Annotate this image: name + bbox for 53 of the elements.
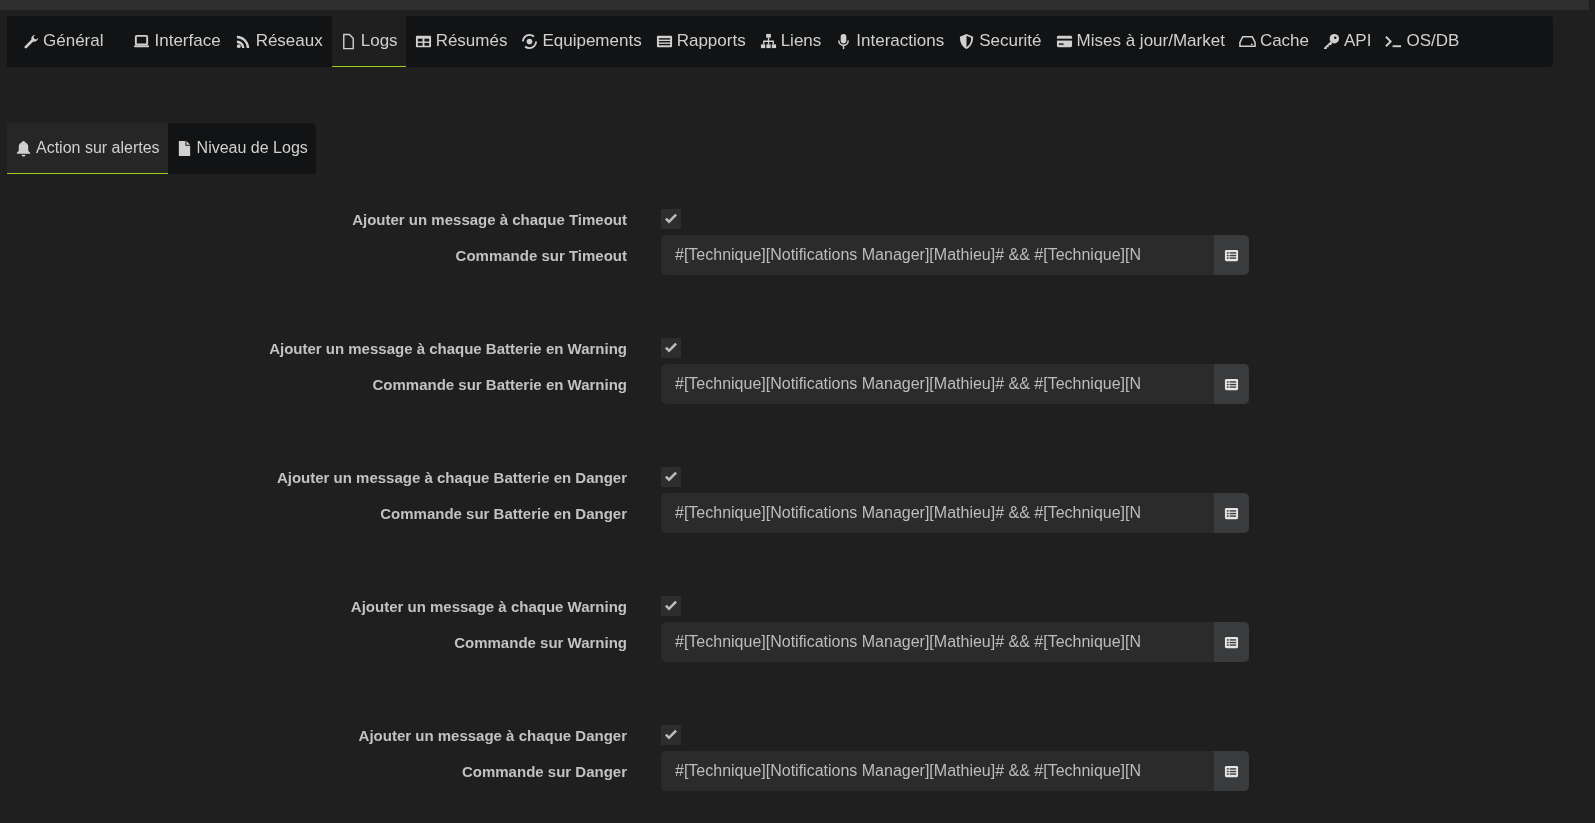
field-label: Ajouter un message à chaque Danger	[357, 726, 628, 744]
settings-tab[interactable]: Cache	[1233, 16, 1315, 67]
sub-tab[interactable]: Niveau de Logs	[167, 123, 316, 174]
field-label: Commande sur Timeout	[454, 246, 628, 264]
field-label: Ajouter un message à chaque Batterie en Danger	[275, 468, 628, 486]
settings-tab[interactable]: Logs	[331, 16, 406, 67]
list-icon	[1224, 763, 1239, 779]
sitemap-icon	[759, 32, 777, 50]
checkbox[interactable]	[661, 338, 681, 358]
list-icon	[1224, 247, 1239, 263]
list-icon	[1224, 505, 1239, 521]
settings-tab[interactable]: Liens	[754, 16, 827, 67]
settings-tab[interactable]: Interactions	[830, 16, 950, 67]
command-input[interactable]: #[Technique][Notifications Manager][Mathieu]# && #[Technique][N	[661, 235, 1214, 275]
shield-icon	[958, 32, 976, 50]
field-label: Commande sur Warning	[453, 633, 628, 651]
laptop-icon	[133, 32, 151, 50]
field-label: Ajouter un message à chaque Batterie en Warning	[268, 339, 628, 357]
field-label: Commande sur Danger	[460, 762, 628, 780]
checkbox[interactable]	[661, 596, 681, 616]
list-button[interactable]	[1214, 622, 1249, 662]
command-input[interactable]: #[Technique][Notifications Manager][Mathieu]# && #[Technique][N	[661, 364, 1214, 404]
command-input[interactable]: #[Technique][Notifications Manager][Mathieu]# && #[Technique][N	[661, 751, 1214, 791]
settings-tab[interactable]: Général	[17, 16, 109, 67]
field-label: Commande sur Batterie en Danger	[379, 504, 628, 522]
bell-icon	[15, 139, 32, 157]
list-button[interactable]	[1214, 235, 1249, 275]
command-input[interactable]: #[Technique][Notifications Manager][Mathieu]# && #[Technique][N	[661, 622, 1214, 662]
settings-tab[interactable]: API	[1318, 16, 1377, 67]
settings-tab[interactable]: Rapports	[650, 16, 751, 67]
checkbox[interactable]	[661, 467, 681, 487]
sub-tab[interactable]: Action sur alertes	[7, 123, 168, 174]
checkbox[interactable]	[661, 725, 681, 745]
wrench-icon	[22, 32, 39, 50]
settings-tab[interactable]: Equipements	[516, 16, 647, 67]
settings-tab[interactable]: Résumés	[409, 16, 513, 67]
field-label: Ajouter un message à chaque Warning	[349, 597, 628, 615]
list-icon	[1224, 634, 1239, 650]
list-button[interactable]	[1214, 364, 1249, 404]
list-button[interactable]	[1214, 493, 1249, 533]
settings-tab[interactable]: Interface	[128, 16, 226, 67]
command-input[interactable]: #[Technique][Notifications Manager][Mathieu]# && #[Technique][N	[661, 493, 1214, 533]
settings-tab[interactable]: Securité	[953, 16, 1047, 67]
field-label: Commande sur Batterie en Warning	[371, 375, 628, 393]
list-button[interactable]	[1214, 751, 1249, 791]
cycle-icon	[521, 32, 539, 50]
checkbox[interactable]	[661, 209, 681, 229]
list-icon	[1224, 376, 1239, 392]
key-icon	[1323, 32, 1341, 50]
settings-tab[interactable]: Réseaux	[229, 16, 328, 67]
settings-tab[interactable]: OS/DB	[1380, 16, 1465, 67]
field-label: Ajouter un message à chaque Timeout	[351, 210, 628, 228]
settings-tab[interactable]: Mises à jour/Market	[1050, 16, 1230, 67]
